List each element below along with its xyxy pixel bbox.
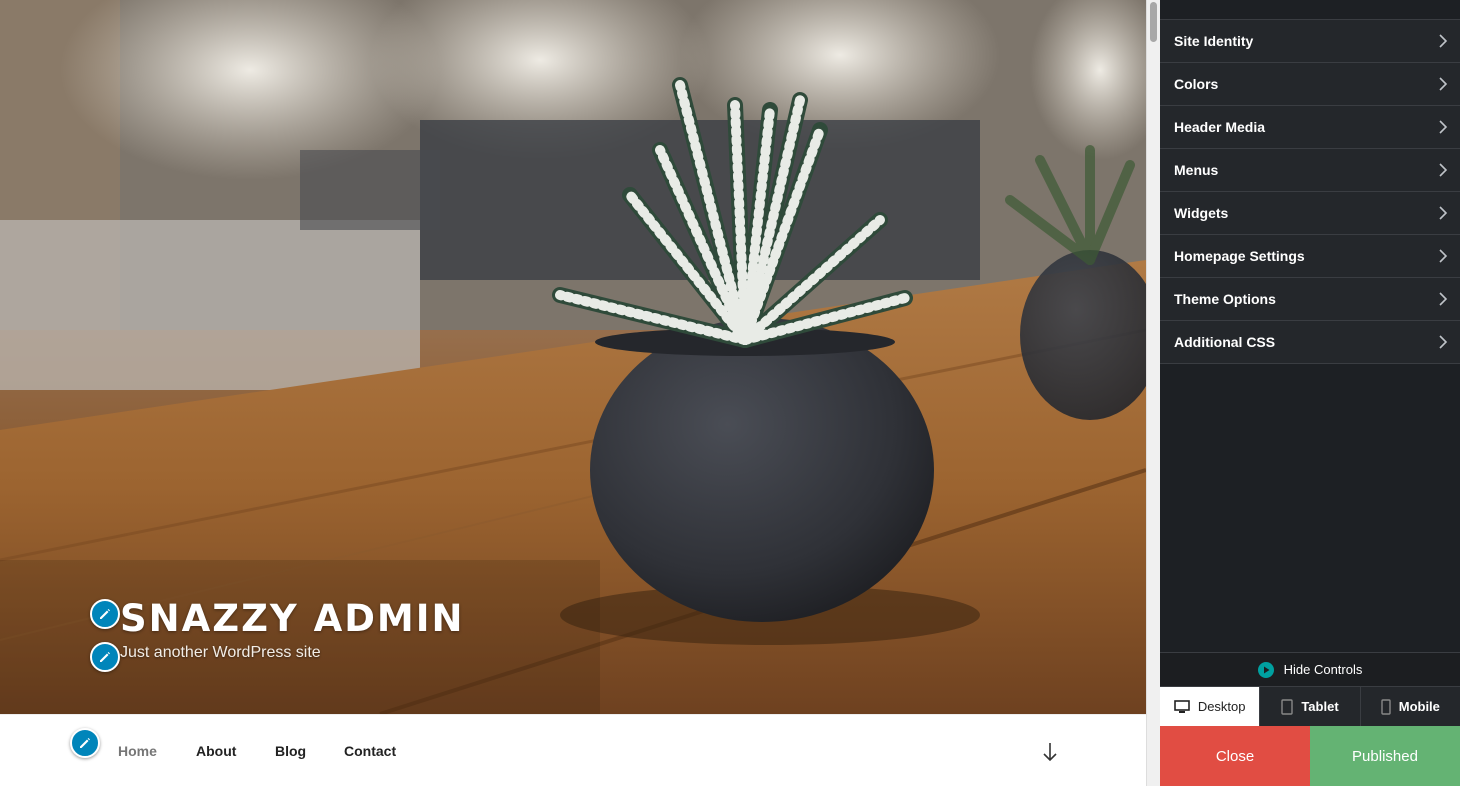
site-tagline: Just another WordPress site	[120, 644, 321, 661]
desktop-icon	[1174, 699, 1190, 713]
edit-site-title-button[interactable]	[90, 599, 120, 629]
device-label: Mobile	[1398, 699, 1440, 714]
chevron-right-icon	[1439, 206, 1448, 220]
close-button[interactable]: Close	[1160, 726, 1310, 786]
section-label: Site Identity	[1174, 33, 1254, 49]
chevron-right-icon	[1439, 249, 1448, 263]
site-title: SNAZZY ADMIN	[120, 597, 465, 640]
chevron-right-icon	[1439, 34, 1448, 48]
section-label: Colors	[1174, 76, 1219, 92]
scrollbar-thumb[interactable]	[1150, 2, 1157, 42]
pencil-icon	[100, 652, 110, 662]
device-desktop-button[interactable]: Desktop	[1160, 687, 1261, 726]
pencil-icon	[80, 738, 90, 748]
device-mobile-button[interactable]: Mobile	[1360, 687, 1460, 726]
site-preview: SNAZZY ADMIN Just another WordPress site…	[0, 0, 1146, 786]
section-label: Widgets	[1174, 205, 1229, 221]
section-label: Additional CSS	[1174, 334, 1276, 350]
section-label: Menus	[1174, 162, 1219, 178]
customizer-actions: Close Published	[1160, 726, 1460, 786]
header-image: SNAZZY ADMIN Just another WordPress site	[0, 0, 1146, 714]
chevron-right-icon	[1439, 77, 1448, 91]
customizer-panel: Site Identity Colors Header Media Menus …	[1146, 0, 1460, 786]
section-label: Homepage Settings	[1174, 248, 1305, 264]
pencil-icon	[100, 609, 110, 619]
chevron-right-icon	[1439, 163, 1448, 177]
edit-tagline-button[interactable]	[90, 642, 120, 672]
panel-header-strip	[1160, 0, 1460, 20]
nav-item-about[interactable]: About	[196, 743, 236, 759]
section-additional-css[interactable]: Additional CSS	[1160, 321, 1460, 364]
device-preview-switcher: Desktop Tablet Mobile	[1160, 686, 1460, 726]
chevron-right-icon	[1439, 292, 1448, 306]
chevron-right-icon	[1439, 120, 1448, 134]
nav-item-blog[interactable]: Blog	[275, 743, 306, 759]
collapse-icon	[1257, 661, 1274, 678]
section-label: Header Media	[1174, 119, 1266, 135]
mobile-icon	[1381, 698, 1391, 715]
section-homepage-settings[interactable]: Homepage Settings	[1160, 235, 1460, 278]
hide-controls-label: Hide Controls	[1283, 662, 1363, 677]
hide-controls-button[interactable]: Hide Controls	[1160, 652, 1460, 686]
nav-item-home[interactable]: Home	[118, 743, 157, 759]
edit-menu-button[interactable]	[70, 728, 100, 758]
preview-scrollbar[interactable]	[1146, 0, 1160, 786]
primary-navigation: Home About Blog Contact	[0, 714, 1146, 786]
section-label: Theme Options	[1174, 291, 1276, 307]
chevron-right-icon	[1439, 335, 1448, 349]
section-theme-options[interactable]: Theme Options	[1160, 278, 1460, 321]
device-tablet-button[interactable]: Tablet	[1260, 687, 1361, 726]
section-widgets[interactable]: Widgets	[1160, 192, 1460, 235]
section-site-identity[interactable]: Site Identity	[1160, 20, 1460, 63]
arrow-down-icon[interactable]	[1040, 740, 1060, 764]
section-colors[interactable]: Colors	[1160, 63, 1460, 106]
device-label: Tablet	[1301, 699, 1339, 714]
tablet-icon	[1281, 698, 1294, 715]
nav-item-contact[interactable]: Contact	[344, 743, 396, 759]
section-menus[interactable]: Menus	[1160, 149, 1460, 192]
customizer-sections: Site Identity Colors Header Media Menus …	[1160, 0, 1460, 652]
publish-button[interactable]: Published	[1310, 726, 1460, 786]
section-header-media[interactable]: Header Media	[1160, 106, 1460, 149]
device-label: Desktop	[1197, 699, 1246, 714]
